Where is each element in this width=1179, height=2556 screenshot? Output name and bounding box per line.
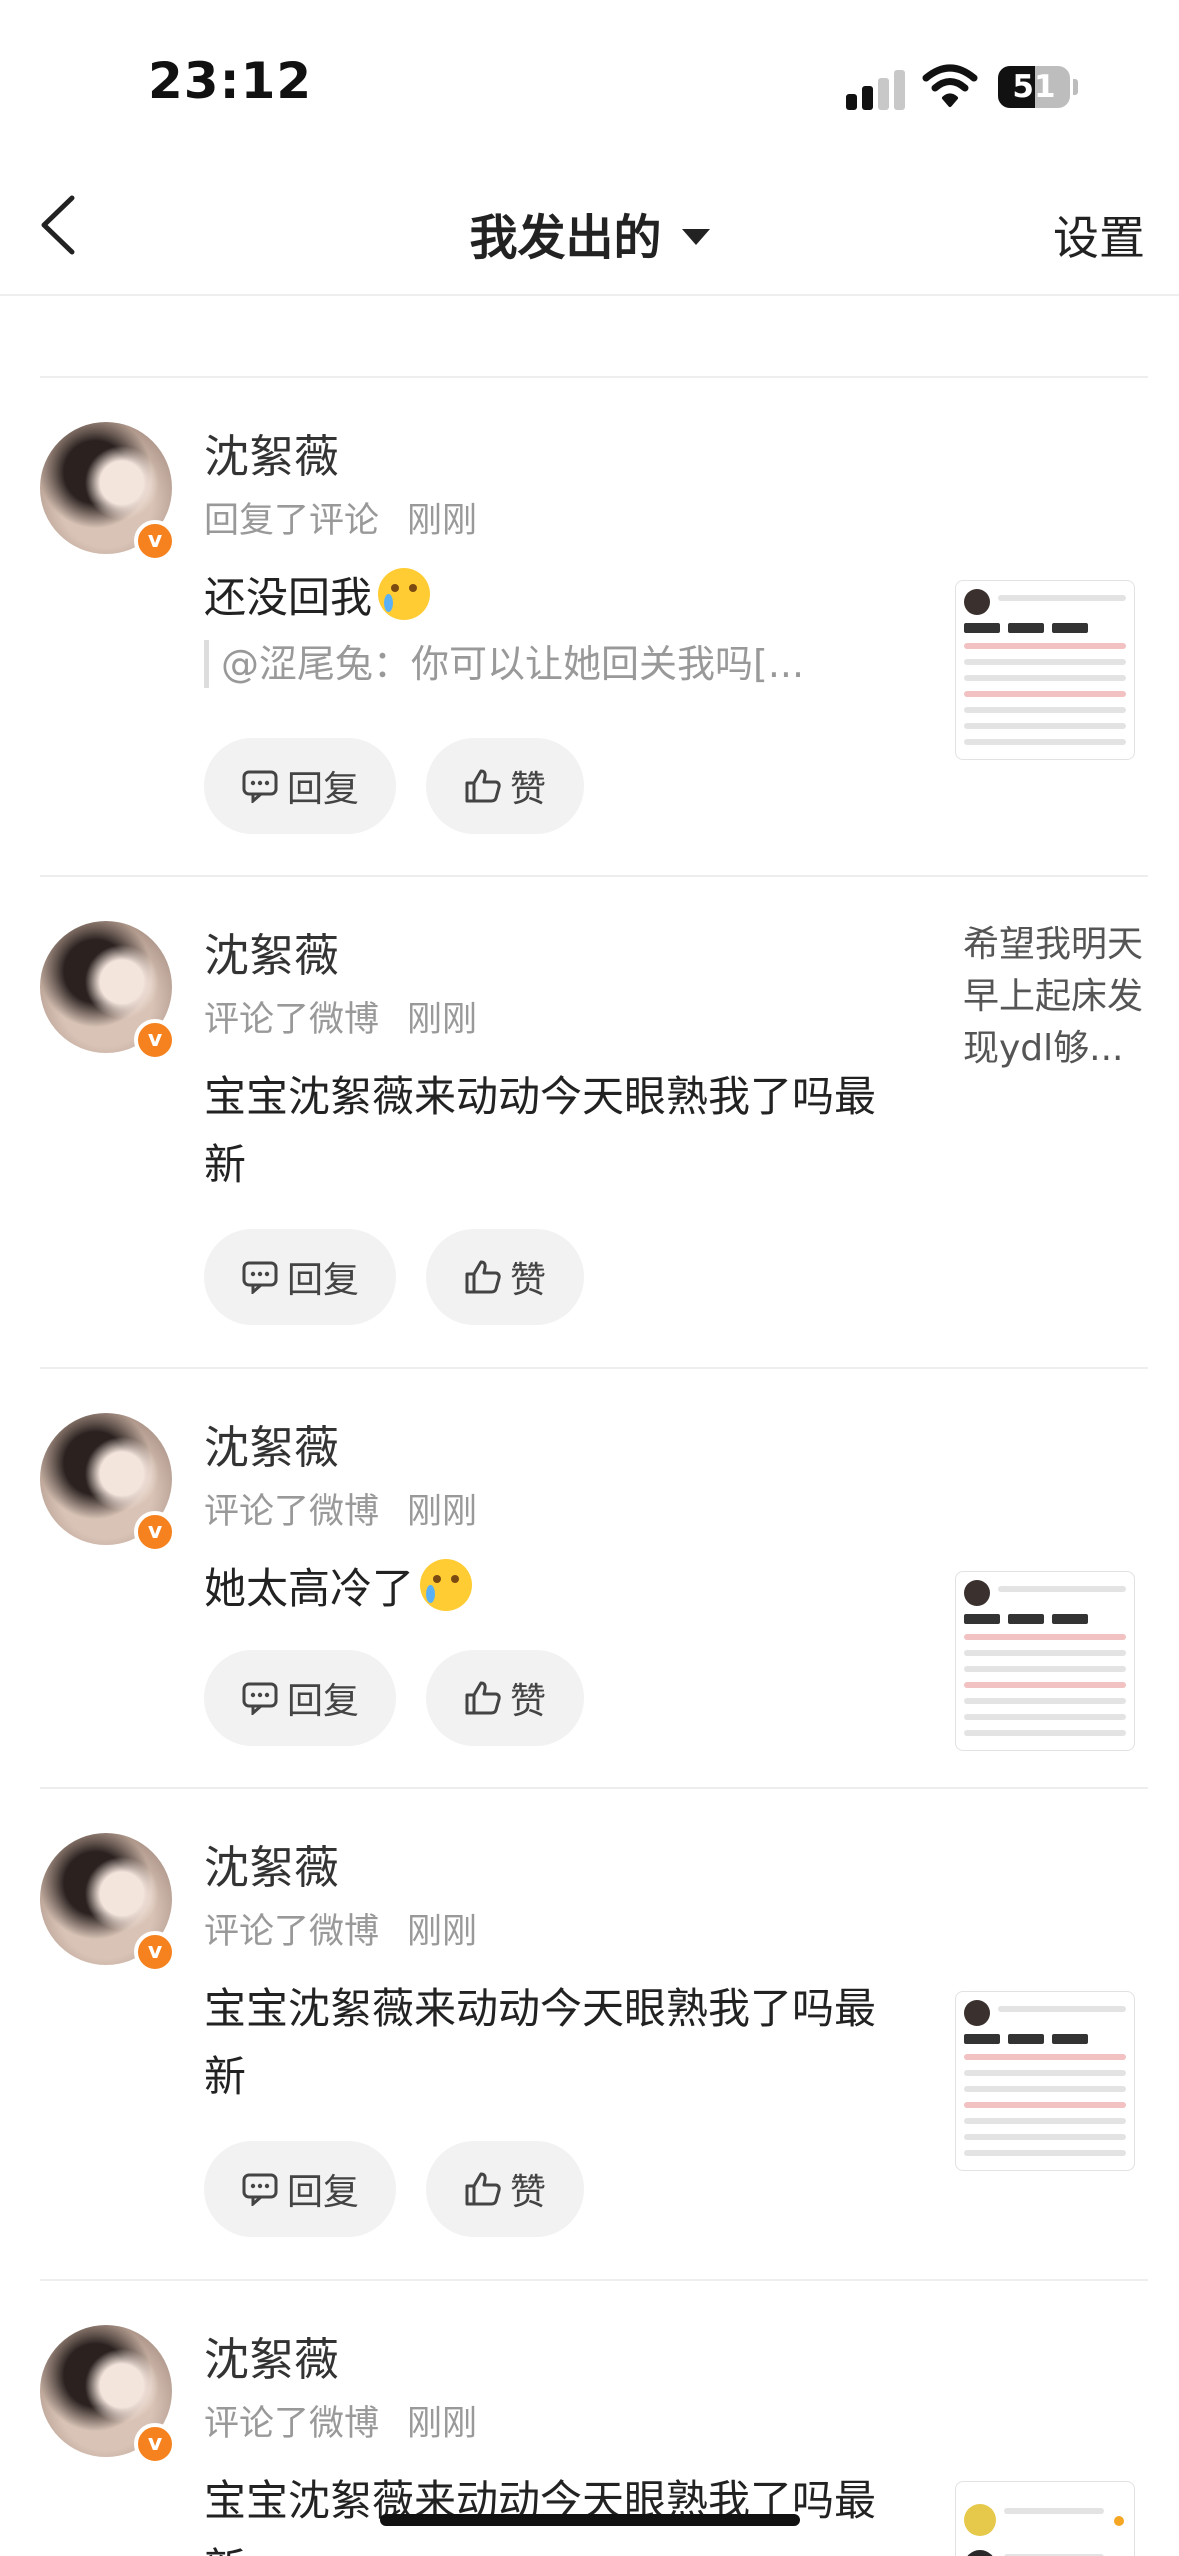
reply-label: 回复 <box>286 1681 359 1722</box>
crying-emoji-icon <box>420 1559 473 1611</box>
post-thumbnail[interactable] <box>955 1571 1135 1751</box>
reply-label: 回复 <box>286 1260 359 1301</box>
battery-tip <box>1073 79 1078 95</box>
action-text: 回复了评论 <box>204 501 380 541</box>
comment-content: 她太高冷了 <box>204 1564 415 1613</box>
item-meta: 回复了评论 刚刚 <box>204 492 477 543</box>
action-text: 评论了微博 <box>204 1492 380 1532</box>
item-meta: 评论了微博 刚刚 <box>204 2395 477 2446</box>
like-button[interactable]: 赞 <box>426 1229 584 1325</box>
comment-text: 宝宝沈絮薇来动动今天眼熟我了吗最新 <box>204 1984 877 2101</box>
reply-button[interactable]: 回复 <box>204 1650 396 1746</box>
comment-icon <box>242 2173 278 2206</box>
username[interactable]: 沈絮薇 <box>204 2323 339 2388</box>
thumbs-up-icon <box>465 1260 501 1294</box>
like-label: 赞 <box>509 1681 546 1722</box>
comment-text: 她太高冷了 <box>204 1555 904 1623</box>
cellular-signal-icon <box>846 68 908 110</box>
like-label: 赞 <box>509 1260 546 1301</box>
username[interactable]: 沈絮薇 <box>204 420 339 485</box>
list-item[interactable]: v 沈絮薇 回复了评论 刚刚 还没回我 @涩尾兔：你可以让她回关我吗[... <box>0 378 1179 875</box>
action-text: 评论了微博 <box>204 1000 380 1040</box>
comment-icon <box>242 1682 278 1715</box>
wifi-icon <box>922 64 978 107</box>
caret-down-icon <box>681 229 710 245</box>
timestamp: 刚刚 <box>407 1912 478 1952</box>
status-bar: 23:12 51 <box>0 0 1179 160</box>
crying-emoji-icon <box>378 568 431 620</box>
item-meta: 评论了微博 刚刚 <box>204 1903 477 1954</box>
username[interactable]: 沈絮薇 <box>204 1831 339 1896</box>
like-button[interactable]: 赞 <box>426 738 584 834</box>
action-text: 评论了微博 <box>204 2404 380 2444</box>
like-label: 赞 <box>509 769 546 810</box>
like-button[interactable]: 赞 <box>426 1650 584 1746</box>
battery-icon: 51 <box>998 66 1070 108</box>
post-thumbnail[interactable] <box>955 2481 1135 2556</box>
page-title: 我发出的 <box>469 210 662 266</box>
reply-button[interactable]: 回复 <box>204 1229 396 1325</box>
comment-text: 宝宝沈絮薇来动动今天眼熟我了吗最新 <box>204 2476 877 2556</box>
comment-text: 还没回我 <box>204 564 904 632</box>
username[interactable]: 沈絮薇 <box>204 919 339 984</box>
timestamp: 刚刚 <box>407 501 478 541</box>
post-thumbnail[interactable] <box>955 580 1135 760</box>
timestamp: 刚刚 <box>407 1000 478 1040</box>
username[interactable]: 沈絮薇 <box>204 1411 339 1476</box>
quoted-comment[interactable]: @涩尾兔：你可以让她回关我吗[... <box>204 640 804 688</box>
navigation-bar: 我发出的 设置 <box>0 160 1179 296</box>
status-time: 23:12 <box>148 52 313 110</box>
post-snippet[interactable]: 希望我明天早上起床发现ydl够... <box>963 919 1163 1075</box>
verified-badge-icon: v <box>134 520 176 562</box>
reply-button[interactable]: 回复 <box>204 738 396 834</box>
home-indicator[interactable] <box>380 2514 800 2526</box>
timestamp: 刚刚 <box>407 1492 478 1532</box>
reply-label: 回复 <box>286 769 359 810</box>
item-meta: 评论了微博 刚刚 <box>204 991 477 1042</box>
settings-button[interactable]: 设置 <box>1053 202 1145 268</box>
list-item[interactable]: v 沈絮薇 评论了微博刚刚 宝宝沈絮薇来动动今天眼熟我了吗最新 <box>0 1789 1179 2279</box>
list-item[interactable]: v 沈絮薇 评论了微博 刚刚 她太高冷了 <box>0 1369 1179 1789</box>
verified-badge-icon: v <box>134 2423 176 2465</box>
reply-button[interactable]: 回复 <box>204 2141 396 2237</box>
reply-label: 回复 <box>286 2172 359 2213</box>
post-thumbnail[interactable] <box>955 1991 1135 2171</box>
thumbs-up-icon <box>465 1681 501 1715</box>
battery-percent: 51 <box>1012 69 1056 105</box>
verified-badge-icon: v <box>134 1511 176 1553</box>
page-title-dropdown[interactable]: 我发出的 <box>0 198 1179 268</box>
thumbs-up-icon <box>465 769 501 803</box>
verified-badge-icon: v <box>134 1931 176 1973</box>
item-meta: 评论了微博 刚刚 <box>204 1483 477 1534</box>
like-button[interactable]: 赞 <box>426 2141 584 2237</box>
comment-icon <box>242 770 278 803</box>
action-text: 评论了微博 <box>204 1912 380 1952</box>
verified-badge-icon: v <box>134 1019 176 1061</box>
thumbs-up-icon <box>465 2172 501 2206</box>
message-feed[interactable]: 回复 赞 v 沈絮薇 回复了评论刚刚 还没回我 @涩尾兔：你可以让她回关我吗[.… <box>0 160 1179 2556</box>
comment-content: 还没回我 <box>204 573 373 622</box>
list-item[interactable]: v 沈絮薇 评论了微博 刚刚 宝宝沈絮薇来动动今天眼熟我了吗最新 希望我明天早上起… <box>0 877 1179 1367</box>
comment-text: 宝宝沈絮薇来动动今天眼熟我了吗最新 <box>204 1072 877 1189</box>
timestamp: 刚刚 <box>407 2404 478 2444</box>
like-label: 赞 <box>509 2172 546 2213</box>
comment-icon <box>242 1261 278 1294</box>
